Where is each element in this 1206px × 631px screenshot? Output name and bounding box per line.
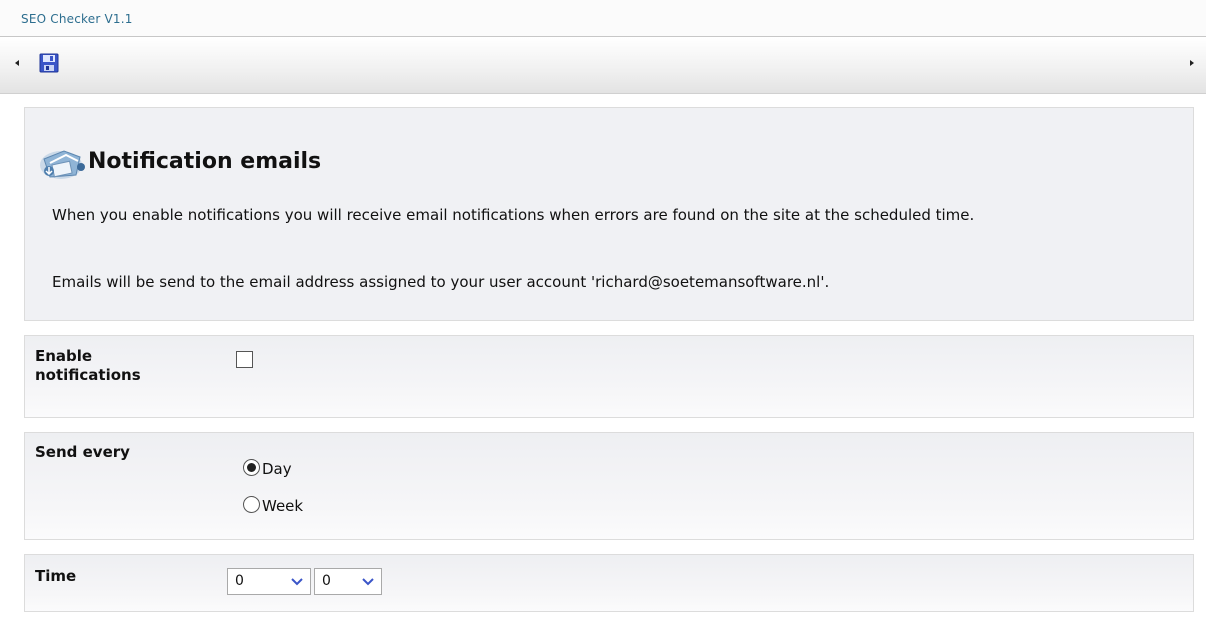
enable-notifications-row: Enable notifications [24, 335, 1194, 418]
minute-select[interactable]: 0 [314, 568, 382, 595]
intro-email-note: Emails will be send to the email address… [52, 273, 830, 291]
intro-panel: Notification emails When you enable noti… [24, 107, 1194, 321]
hour-value: 0 [235, 573, 244, 589]
radio-selected-dot [247, 463, 256, 472]
minute-value: 0 [322, 573, 331, 589]
time-label: Time [35, 567, 77, 585]
hour-select[interactable]: 0 [227, 568, 311, 595]
scroll-left-icon[interactable] [13, 57, 23, 69]
enable-notifications-label: Enable notifications [35, 347, 141, 385]
intro-description: When you enable notifications you will r… [52, 206, 975, 224]
send-every-label: Send every [35, 443, 130, 461]
title-bar: SEO Checker V1.1 [0, 0, 1206, 37]
chevron-down-icon [362, 578, 374, 586]
radio-week-label: Week [262, 497, 304, 515]
enable-label-line2: notifications [35, 366, 141, 384]
radio-day-button[interactable] [243, 459, 260, 476]
radio-week-button[interactable] [243, 496, 260, 513]
page-title: Notification emails [88, 149, 322, 174]
radio-day-label: Day [262, 460, 292, 478]
toolbar [0, 38, 1206, 94]
send-every-row: Send every Day Week [24, 432, 1194, 540]
chevron-down-icon [291, 578, 303, 586]
time-row: Time 0 : 0 [24, 554, 1194, 612]
enable-notifications-checkbox[interactable] [236, 351, 253, 368]
email-notification-icon [40, 150, 85, 179]
save-button[interactable] [39, 53, 59, 73]
scroll-right-icon[interactable] [1187, 57, 1197, 69]
enable-label-line1: Enable [35, 347, 93, 365]
app-title: SEO Checker V1.1 [21, 12, 133, 26]
floppy-disk-icon [39, 53, 59, 73]
